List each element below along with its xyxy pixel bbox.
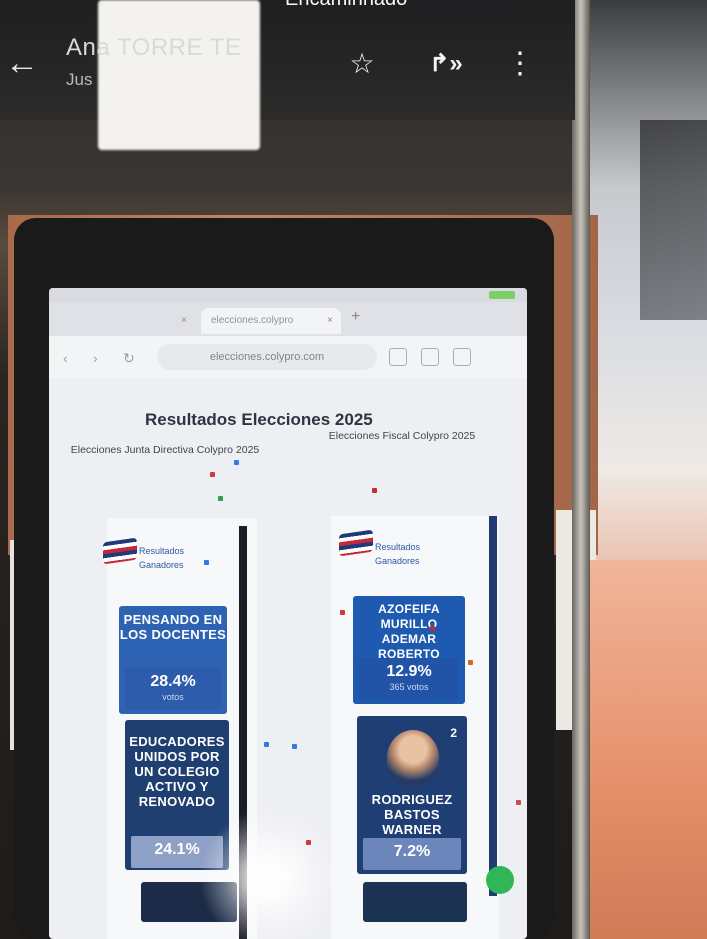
candidate-name: RODRIGUEZ BASTOS WARNER (371, 792, 453, 837)
battery-icon (489, 291, 515, 299)
confetti (218, 496, 223, 501)
confetti (264, 742, 269, 747)
confetti (306, 840, 311, 845)
confetti (516, 800, 521, 805)
url-field[interactable]: elecciones.colypro.com (157, 344, 377, 370)
left-results-label: Resultados Ganadores (139, 546, 185, 570)
confetti (210, 472, 215, 477)
browser-tab-strip: × elecciones.colypro × + (49, 302, 527, 336)
phone-edge (572, 0, 590, 939)
percent-box: 12.9% 365 votos (359, 658, 459, 700)
sticker-obscuring-name (98, 0, 260, 150)
candidate-card[interactable] (363, 882, 467, 922)
browser-tab-active[interactable]: elecciones.colypro × (201, 308, 341, 334)
close-icon[interactable]: × (181, 308, 187, 334)
vote-count: 365 votos (389, 682, 429, 692)
back-arrow-icon[interactable]: ← (4, 46, 40, 82)
confetti (292, 744, 297, 749)
light-glare (199, 808, 339, 939)
close-icon[interactable]: × (327, 308, 333, 334)
confetti (372, 488, 377, 493)
confetti (204, 560, 209, 565)
tablet-status-bar (49, 288, 527, 302)
floating-action-button[interactable] (486, 866, 514, 894)
browser-tab-label: elecciones.colypro (211, 315, 294, 326)
rank-badge: 2 (450, 726, 457, 740)
menu-icon[interactable] (453, 348, 471, 366)
right-results-label: Resultados Ganadores (375, 542, 421, 566)
hand (590, 560, 707, 939)
browser-address-bar: ‹ › ↻ elecciones.colypro.com (49, 336, 527, 378)
right-scrollbar[interactable] (489, 516, 497, 896)
star-icon[interactable]: ☆ (342, 44, 382, 84)
new-tab-icon[interactable]: + (351, 308, 360, 326)
confetti (468, 660, 473, 665)
candidate-card[interactable]: AZOFEIFA MURILLO ADEMAR ROBERTO 12.9% 36… (353, 596, 465, 704)
right-column-title: Elecciones Fiscal Colypro 2025 (328, 430, 476, 442)
percent-box: 7.2% (363, 838, 461, 870)
tablet-screen: × elecciones.colypro × + ‹ › ↻ eleccione… (49, 288, 527, 939)
candidate-card[interactable]: 2 RODRIGUEZ BASTOS WARNER 7.2% (357, 716, 467, 874)
forward-icon[interactable]: ↱» (426, 44, 466, 84)
vote-count: votos (162, 692, 184, 702)
forward-nav-icon[interactable]: › (93, 350, 98, 366)
forwarded-label: Encaminhado (285, 0, 407, 11)
share-icon[interactable] (389, 348, 407, 366)
confetti (234, 460, 239, 465)
candidate-name: EDUCADORES UNIDOS POR UN COLEGIO ACTIVO … (129, 734, 225, 809)
confetti (430, 626, 435, 631)
photo-scene: Encaminhado ← Ana TORRE TE Jus ☆ ↱» ⋮ × … (0, 0, 707, 939)
contact-subtitle: Jus (66, 70, 93, 89)
confetti (340, 610, 345, 615)
candidate-name: AZOFEIFA MURILLO ADEMAR ROBERTO (378, 602, 440, 661)
tabs-icon[interactable] (421, 348, 439, 366)
background-right-shadow (640, 120, 707, 320)
candidate-name: PENSANDO EN LOS DOCENTES (119, 612, 227, 642)
more-options-icon[interactable]: ⋮ (500, 44, 540, 84)
left-column-title: Elecciones Junta Directiva Colypro 2025 (70, 444, 260, 456)
contact-name: Ana TORRE TE (66, 34, 242, 61)
back-icon[interactable]: ‹ (63, 350, 68, 366)
percent-box: 28.4% votos (125, 668, 221, 710)
candidate-card[interactable]: PENSANDO EN LOS DOCENTES 28.4% votos (119, 606, 227, 714)
vote-percent: 12.9% (386, 663, 432, 680)
vote-percent: 28.4% (150, 673, 196, 690)
candidate-photo (387, 730, 439, 786)
browser-tab[interactable]: × (59, 308, 195, 334)
reload-icon[interactable]: ↻ (123, 350, 135, 367)
vote-percent: 7.2% (393, 843, 431, 860)
